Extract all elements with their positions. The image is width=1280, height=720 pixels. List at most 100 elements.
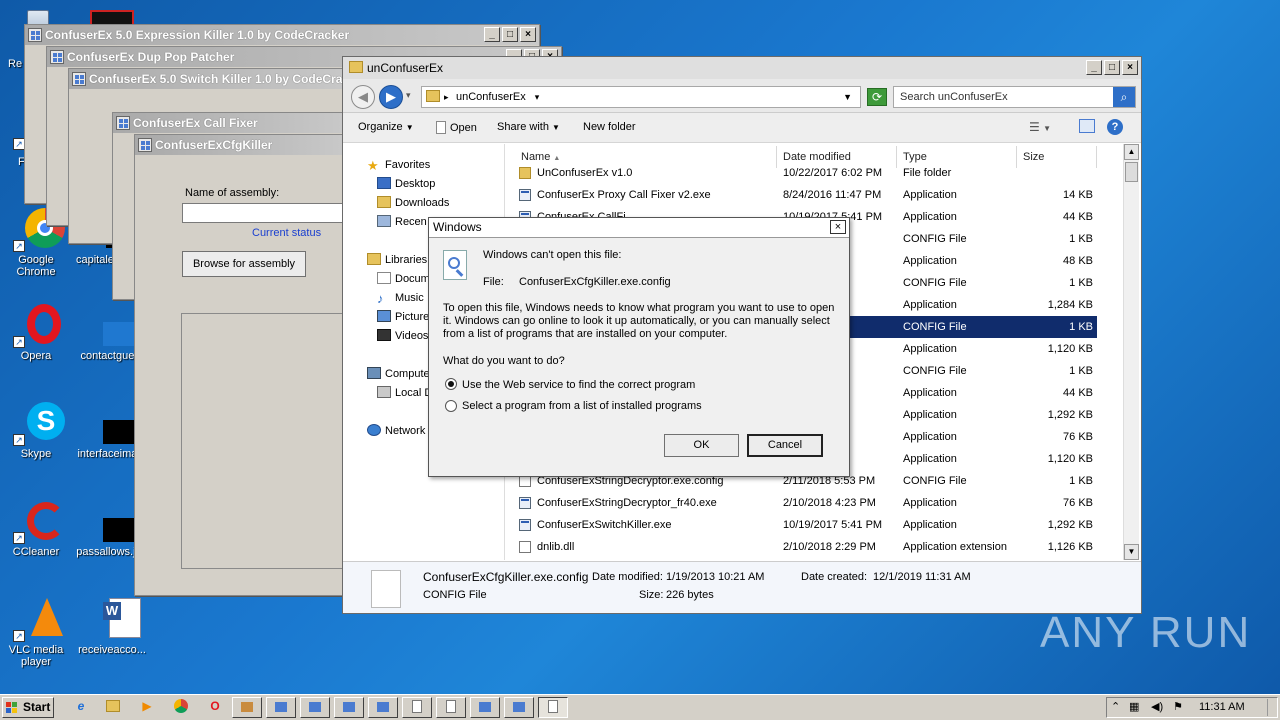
- forward-button[interactable]: ▶: [379, 85, 403, 109]
- taskbar-window-2[interactable]: [266, 697, 296, 718]
- open-with-dialog[interactable]: Windows × Windows can't open this file: …: [428, 217, 850, 477]
- maximize-button[interactable]: □: [502, 27, 518, 42]
- volume-icon[interactable]: ◀): [1151, 700, 1163, 713]
- file-size: 1,284 KB: [1047, 299, 1093, 311]
- close-button[interactable]: ×: [1122, 60, 1138, 75]
- file-size: 1,126 KB: [1047, 541, 1093, 553]
- address-bar[interactable]: ▸ unConfuserEx ▾ ▼: [421, 86, 861, 108]
- back-button[interactable]: ◀: [351, 85, 375, 109]
- nav-local-disk[interactable]: Local D: [377, 386, 432, 399]
- nav-recent[interactable]: Recen: [377, 215, 427, 228]
- nav-desktop[interactable]: Desktop: [377, 177, 435, 190]
- chevron-down-icon[interactable]: ▾: [535, 92, 540, 102]
- taskbar-media-player[interactable]: ▶: [132, 697, 162, 718]
- maximize-button[interactable]: □: [1104, 60, 1120, 75]
- close-button[interactable]: ×: [830, 220, 846, 234]
- dialog-body: To open this file, Windows needs to know…: [443, 302, 835, 340]
- vertical-scrollbar[interactable]: ▲ ▼: [1123, 144, 1139, 560]
- nav-pictures[interactable]: Picture: [377, 310, 429, 323]
- new-folder-button[interactable]: New folder: [583, 121, 636, 133]
- taskbar-chrome[interactable]: [166, 697, 196, 718]
- radio-installed-programs[interactable]: [445, 400, 457, 412]
- minimize-button[interactable]: _: [1086, 60, 1102, 75]
- taskbar-window-4[interactable]: [334, 697, 364, 718]
- application-icon: [519, 497, 531, 509]
- tray-expand-icon[interactable]: ⌃: [1111, 700, 1120, 713]
- desktop-icon-opera[interactable]: ↗ Opera: [0, 302, 72, 362]
- scroll-thumb[interactable]: [1125, 162, 1138, 182]
- action-center-flag-icon[interactable]: ⚑: [1173, 700, 1183, 713]
- taskbar-window-10[interactable]: [538, 697, 568, 718]
- taskbar-window-7[interactable]: [436, 697, 466, 718]
- file-type: Application extension: [903, 541, 1007, 553]
- network-icon[interactable]: ▦: [1129, 700, 1139, 713]
- browse-assembly-button[interactable]: Browse for assembly: [182, 251, 306, 277]
- file-row[interactable]: UnConfuserEx v1.0 10/22/2017 6:02 PM File …: [507, 162, 1097, 184]
- nav-network[interactable]: Network: [367, 424, 425, 437]
- search-icon[interactable]: ⌕: [1113, 87, 1135, 107]
- show-desktop-button[interactable]: [1267, 699, 1275, 716]
- file-label: File:: [483, 276, 504, 288]
- help-icon[interactable]: ?: [1107, 119, 1123, 135]
- option-web-label[interactable]: Use the Web service to find the correct …: [462, 379, 695, 391]
- app-icon: [72, 72, 86, 86]
- view-options-icon[interactable]: ☰ ▼: [1029, 120, 1051, 134]
- desktop-icon-label: Re: [8, 58, 23, 70]
- file-type: Application: [903, 255, 957, 267]
- search-input[interactable]: Search unConfuserEx ⌕: [893, 86, 1136, 108]
- preview-pane-icon[interactable]: [1079, 119, 1095, 133]
- file-row[interactable]: ConfuserEx Proxy Call Fixer v2.exe 8/24/2…: [507, 184, 1097, 206]
- taskbar-ie[interactable]: e: [66, 697, 96, 718]
- desktop-icon-receiveacco[interactable]: W receiveacco...: [72, 596, 152, 656]
- nav-music[interactable]: ♪ Music: [377, 291, 424, 306]
- desktop-icon: [377, 177, 391, 189]
- organize-menu[interactable]: Organize ▼: [358, 121, 414, 133]
- desktop-icon-vlc[interactable]: ↗ VLC media player: [0, 596, 72, 668]
- app-icon: [28, 28, 42, 42]
- nav-favorites[interactable]: ★ Favorites: [367, 158, 430, 173]
- taskbar-window-5[interactable]: [368, 697, 398, 718]
- nav-libraries[interactable]: Libraries: [367, 253, 427, 266]
- taskbar-explorer[interactable]: [98, 697, 128, 718]
- taskbar-window-6[interactable]: [402, 697, 432, 718]
- clock[interactable]: 11:31 AM: [1199, 701, 1245, 713]
- nav-videos[interactable]: Videos: [377, 329, 428, 342]
- minimize-button[interactable]: _: [484, 27, 500, 42]
- desktop-icon-ccleaner[interactable]: ↗ CCleaner: [0, 498, 72, 558]
- open-button[interactable]: Open: [436, 121, 477, 134]
- desktop-icon-skype[interactable]: S ↗ Skype: [0, 400, 72, 460]
- file-row[interactable]: ConfuserExStringDecryptor_fr40.exe 2/10/2…: [507, 492, 1097, 514]
- file-row[interactable]: ConfuserExSwitchKiller.exe 10/19/2017 5:4…: [507, 514, 1097, 536]
- scroll-down-button[interactable]: ▼: [1124, 544, 1139, 560]
- taskbar-window-9[interactable]: [504, 697, 534, 718]
- nav-documents[interactable]: Docum: [377, 272, 430, 285]
- option-list-label[interactable]: Select a program from a list of installe…: [462, 400, 702, 412]
- cancel-button[interactable]: Cancel: [747, 434, 823, 457]
- window-cfg-killer[interactable]: ConfuserExCfgKiller Name of assembly: Cu…: [134, 134, 352, 596]
- taskbar-window-3[interactable]: [300, 697, 330, 718]
- taskbar-window-8[interactable]: [470, 697, 500, 718]
- address-dropdown-icon[interactable]: ▼: [843, 87, 852, 107]
- window-title: ConfuserEx 5.0 Switch Killer 1.0 by Code…: [89, 72, 356, 86]
- file-type: Application: [903, 409, 957, 421]
- dialog-title: Windows: [433, 220, 482, 234]
- ok-button[interactable]: OK: [664, 434, 739, 457]
- nav-computer[interactable]: Compute: [367, 367, 430, 380]
- recent-pages-chevron-icon[interactable]: ▾: [406, 90, 411, 101]
- scroll-up-button[interactable]: ▲: [1124, 144, 1139, 160]
- share-with-menu[interactable]: Share with ▼: [497, 121, 560, 133]
- taskbar-opera[interactable]: O: [200, 697, 230, 718]
- file-row[interactable]: dnlib.dll 2/10/2018 2:29 PM Application ex…: [507, 536, 1097, 558]
- start-button[interactable]: Start: [2, 697, 54, 718]
- radio-web-service[interactable]: [445, 378, 457, 390]
- file-type: Application: [903, 343, 957, 355]
- nav-downloads[interactable]: Downloads: [377, 196, 449, 209]
- details-filetype: CONFIG File: [423, 589, 487, 601]
- close-button[interactable]: ×: [520, 27, 536, 42]
- taskbar-window-1[interactable]: [232, 697, 262, 718]
- system-tray: ⌃ ▦ ◀) ⚑ 11:31 AM: [1106, 697, 1278, 718]
- refresh-button[interactable]: ⟳: [867, 88, 887, 106]
- file-size: 14 KB: [1063, 189, 1093, 201]
- file-size: 1 KB: [1069, 475, 1093, 487]
- assembly-name-input[interactable]: [182, 203, 352, 223]
